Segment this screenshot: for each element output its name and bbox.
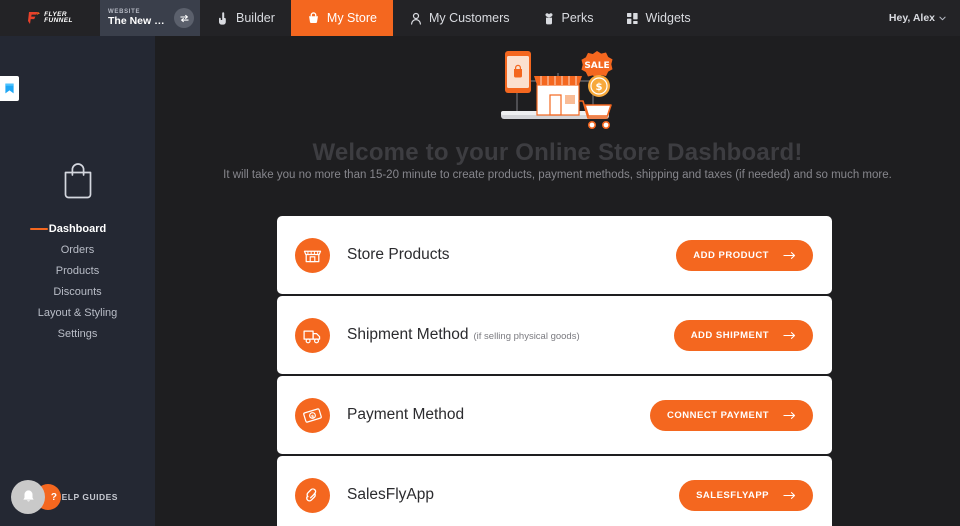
banknote-dollar-icon: $ [295,397,330,433]
top-bar: FLYER FUNNEL WEBSITE The New Way T... [0,0,960,36]
sidebar-item-products[interactable]: Products [0,260,155,281]
nav-label-widgets: Widgets [645,11,691,25]
main-nav: Builder My Store My Customers Perks Widg… [200,0,707,36]
person-icon [409,11,423,25]
sidebar-section-icon [0,161,155,199]
user-menu[interactable]: Hey, Alex [875,0,960,36]
website-selector-name: The New Way T... [108,15,170,28]
hero-illustration: SALE $ [155,43,960,135]
add-shipment-button-label: ADD SHIPMENT [690,329,769,341]
nav-item-builder[interactable]: Builder [200,0,291,36]
card-label-payment-method: Payment Method [347,406,465,423]
flyer-funnel-mark-icon [28,12,41,24]
card-label-salesflyapp: SalesFlyApp [347,486,435,503]
salesflyapp-button-label: SALESFLYAPP [696,489,769,501]
card-title-salesflyapp: SalesFlyApp [347,486,434,504]
gift-icon [542,11,556,25]
storefront-icon [295,237,330,273]
card-store-products: Store Products ADD PRODUCT [277,216,832,294]
nav-label-my-customers: My Customers [428,11,510,25]
page-subtitle: It will take you no more than 15-20 minu… [223,169,892,181]
sidebar: Dashboard Orders Products Discounts Layo… [0,36,155,526]
sidebar-item-dashboard[interactable]: Dashboard [0,218,155,239]
svg-text:SALE: SALE [584,61,609,71]
swap-arrows-icon[interactable] [174,8,194,28]
card-title-payment-method: Payment Method [347,406,464,424]
brand-line-2: FUNNEL [44,17,73,24]
swap-arrows-glyph [179,14,189,22]
widgets-grid-icon [625,11,639,25]
flyer-funnel-logo: FLYER FUNNEL [27,11,73,25]
sidebar-nav: Dashboard Orders Products Discounts Layo… [0,218,155,344]
nav-item-my-store[interactable]: My Store [290,0,393,36]
nav-item-perks[interactable]: Perks [526,0,610,36]
user-menu-label: Hey, Alex [888,12,935,24]
store-basket-icon [307,11,321,25]
website-selector-label: WEBSITE [108,8,141,15]
nav-label-builder: Builder [236,11,275,25]
help-guides[interactable]: ? HELP GUIDES [11,480,118,514]
app-root: FLYER FUNNEL WEBSITE The New Way T... [0,0,960,526]
nav-item-widgets[interactable]: Widgets [609,0,706,36]
card-title-shipment-method: Shipment Method (if selling physical goo… [347,326,580,344]
arrow-right-icon [783,491,796,499]
nav-label-my-store: My Store [326,11,377,25]
svg-text:$: $ [311,413,314,419]
sidebar-label-settings: Settings [57,327,98,340]
sidebar-label-orders: Orders [60,243,95,256]
link-chain-icon [295,477,330,513]
card-shipment-method: Shipment Method (if selling physical goo… [277,296,832,374]
salesflyapp-button[interactable]: SALESFLYAPP [679,479,813,511]
card-payment-method: $ Payment Method CONNECT PAYMENT [277,376,832,454]
add-shipment-button[interactable]: ADD SHIPMENT [673,319,813,351]
card-title-store-products: Store Products [347,246,450,264]
sidebar-item-orders[interactable]: Orders [0,239,155,260]
bookmark-ribbon-icon [5,83,14,94]
website-selector-text: WEBSITE The New Way T... [108,9,170,28]
sidebar-label-dashboard: Dashboard [48,222,107,235]
help-bell-button[interactable] [11,480,45,514]
chevron-down-icon [939,16,946,20]
brand-logo[interactable]: FLYER FUNNEL [0,0,100,36]
sidebar-label-layout-styling: Layout & Styling [37,306,118,319]
delivery-truck-icon [295,317,330,353]
online-store-illustration-svg: SALE $ [500,51,612,130]
nav-item-my-customers[interactable]: My Customers [393,0,526,36]
sidebar-item-layout-styling[interactable]: Layout & Styling [0,302,155,323]
help-guides-label: HELP GUIDES [55,492,118,502]
page-title: Welcome to your Online Store Dashboard! [312,139,803,166]
bookmark-chip[interactable] [0,76,19,101]
card-label-shipment-method: Shipment Method [347,326,469,343]
arrow-right-icon [783,411,796,419]
add-product-button[interactable]: ADD PRODUCT [676,239,813,271]
card-salesflyapp: SalesFlyApp SALESFLYAPP [277,456,832,526]
nav-label-perks: Perks [561,11,594,25]
card-note-shipment-method: (if selling physical goods) [473,331,580,342]
main-content: SALE $ Welcome to your Online Store Dash… [155,36,960,526]
add-product-button-label: ADD PRODUCT [693,249,769,261]
connect-payment-button[interactable]: CONNECT PAYMENT [650,399,813,431]
builder-cursor-icon [216,11,230,25]
website-selector[interactable]: WEBSITE The New Way T... [100,0,200,36]
setup-card-list: Store Products ADD PRODUCT Shipment Meth… [277,216,832,526]
sidebar-label-discounts: Discounts [53,285,102,298]
sidebar-label-products: Products [55,264,100,277]
svg-text:$: $ [595,82,602,93]
arrow-right-icon [783,251,796,259]
sidebar-item-discounts[interactable]: Discounts [0,281,155,302]
bell-icon [22,490,34,502]
card-label-store-products: Store Products [347,246,450,263]
arrow-right-icon [783,331,796,339]
shopping-bag-icon [64,163,91,199]
active-indicator-dash [30,228,48,230]
connect-payment-button-label: CONNECT PAYMENT [667,409,769,421]
sidebar-item-settings[interactable]: Settings [0,323,155,344]
